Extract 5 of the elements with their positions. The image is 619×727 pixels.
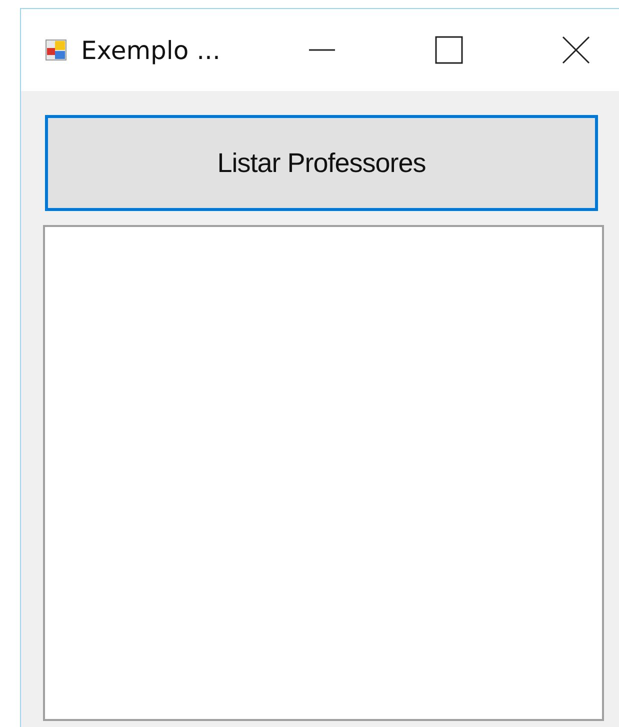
list-button[interactable]: Listar Professores — [45, 115, 598, 211]
window-title: Exemplo ... — [81, 36, 220, 64]
app-icon — [45, 39, 67, 61]
maximize-icon[interactable] — [435, 36, 463, 64]
close-icon[interactable] — [561, 35, 591, 65]
